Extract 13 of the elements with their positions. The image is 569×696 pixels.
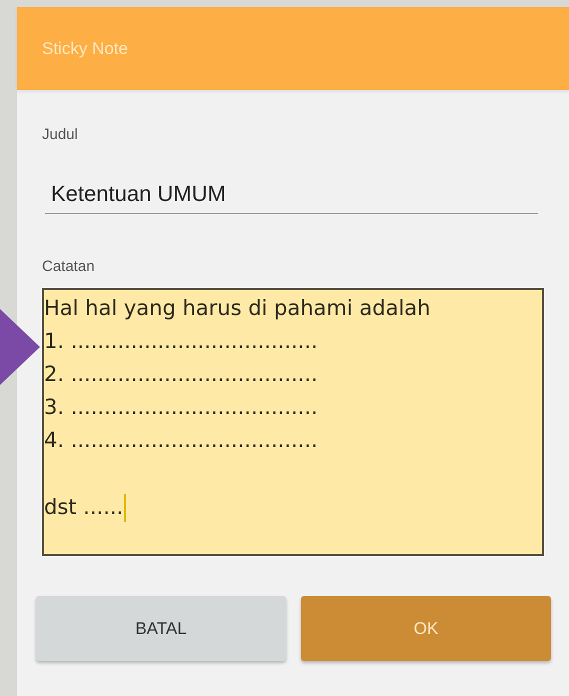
arrow-icon (0, 309, 40, 385)
field-label: Judul (42, 126, 78, 143)
note-line: 2. ..................................... (44, 361, 318, 388)
note-line: 1. ..................................... (44, 328, 318, 355)
dialog-title: Sticky Note (42, 38, 128, 58)
title-input[interactable]: Ketentuan UMUM (45, 181, 538, 214)
note-line: 4. ..................................... (44, 427, 318, 454)
note-textarea[interactable] (42, 288, 544, 556)
note-line: 3. ..................................... (44, 394, 318, 421)
note-line: dst ...... (44, 494, 124, 521)
field-label: Catatan (42, 258, 95, 275)
note-line: Hal hal yang harus di pahami adalah (44, 295, 430, 322)
cancel-button[interactable]: BATAL (36, 596, 286, 661)
